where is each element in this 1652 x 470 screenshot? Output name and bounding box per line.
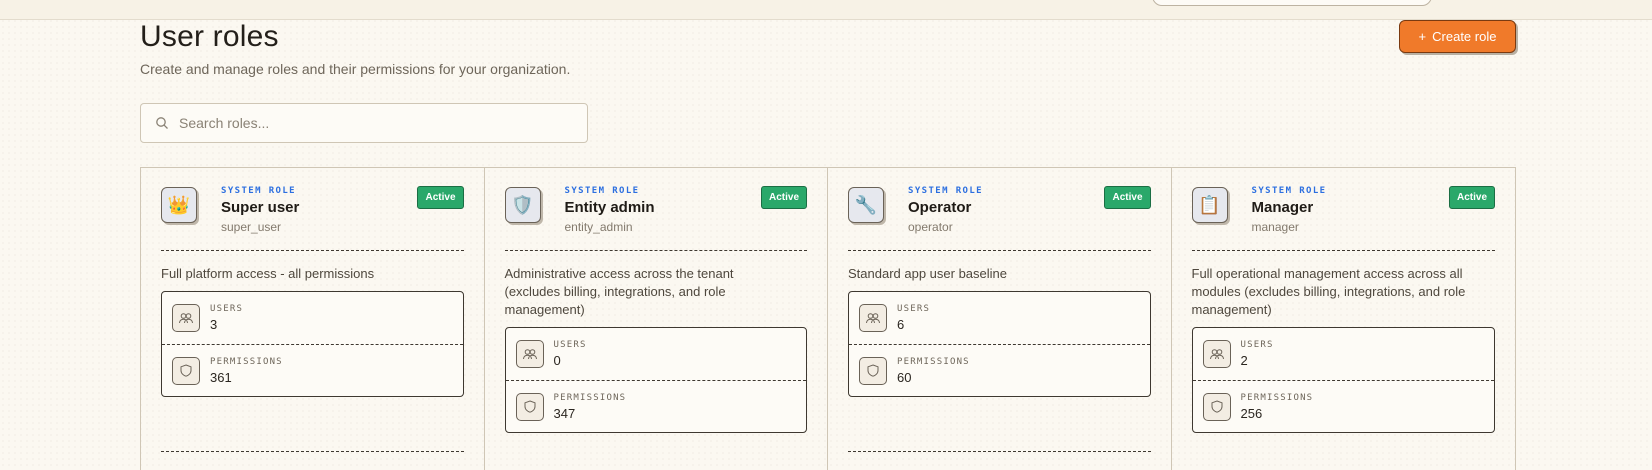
- users-count: 0: [553, 353, 561, 368]
- users-icon: [172, 304, 200, 332]
- role-description: Full platform access - all permissions: [161, 266, 375, 281]
- search-input[interactable]: [179, 115, 569, 131]
- page-subtitle: Create and manage roles and their permis…: [140, 61, 571, 77]
- permissions-stat: PERMISSIONS 256: [1192, 380, 1494, 432]
- roles-grid: 👑 SYSTEM ROLE Super user super_user Acti…: [140, 167, 1516, 470]
- top-bar: [0, 0, 1652, 20]
- global-search-field[interactable]: [1152, 0, 1432, 6]
- users-label: USERS: [210, 304, 244, 314]
- permissions-stat: PERMISSIONS 361: [162, 344, 463, 396]
- crown-icon: 👑: [161, 187, 197, 223]
- users-label: USERS: [897, 304, 931, 314]
- role-description: Full operational management access acros…: [1191, 266, 1466, 317]
- permissions-stat: PERMISSIONS 60: [849, 344, 1150, 396]
- search-icon: [156, 117, 168, 129]
- shield-outline-icon: [859, 356, 887, 385]
- wrench-icon: 🔧: [848, 187, 884, 223]
- role-key: super_user: [221, 220, 282, 234]
- permissions-count: 347: [553, 405, 576, 421]
- permissions-count: 60: [897, 369, 912, 385]
- role-name: Operator: [908, 199, 972, 216]
- permissions-label: PERMISSIONS: [1240, 392, 1314, 403]
- role-stats: USERS 2 PERMISSIONS 256: [1191, 327, 1495, 433]
- role-description: Administrative access across the tenant …: [504, 266, 734, 317]
- divider: [1191, 250, 1495, 251]
- divider: [161, 451, 464, 452]
- users-icon: [515, 340, 544, 368]
- users-count: 2: [1240, 353, 1248, 368]
- create-role-button[interactable]: + Create role: [1399, 20, 1516, 53]
- role-key: operator: [908, 220, 953, 234]
- status-badge: Active: [760, 186, 807, 209]
- role-card-manager[interactable]: 📋 SYSTEM ROLE Manager manager Active Ful…: [1172, 168, 1516, 470]
- role-description: Standard app user baseline: [848, 266, 1008, 281]
- shield-outline-icon: [1202, 392, 1231, 421]
- users-stat: USERS 2: [1193, 328, 1495, 380]
- page-title: User roles: [140, 20, 279, 53]
- search-roles-box[interactable]: [140, 103, 588, 143]
- role-stats: USERS 6 PERMISSIONS 60: [848, 291, 1151, 397]
- role-key: entity_admin: [564, 220, 633, 234]
- users-label: USERS: [553, 340, 587, 350]
- users-icon: [1202, 340, 1231, 368]
- users-label: USERS: [1240, 340, 1274, 350]
- users-stat: USERS 3: [162, 292, 463, 344]
- system-role-label: SYSTEM ROLE: [564, 186, 640, 196]
- permissions-stat: PERMISSIONS 347: [505, 380, 806, 432]
- role-stats: USERS 0 PERMISSIONS 347: [504, 327, 807, 433]
- status-badge: Active: [1448, 186, 1495, 209]
- shield-icon: 🛡️: [504, 187, 541, 223]
- system-role-label: SYSTEM ROLE: [908, 186, 984, 196]
- divider: [161, 250, 464, 251]
- shield-outline-icon: [515, 392, 544, 421]
- users-count: 6: [897, 317, 905, 332]
- permissions-label: PERMISSIONS: [553, 392, 627, 403]
- role-card-entity-admin[interactable]: 🛡️ SYSTEM ROLE Entity admin entity_admin…: [485, 168, 828, 470]
- role-card-operator[interactable]: 🔧 SYSTEM ROLE Operator operator Active S…: [828, 168, 1172, 470]
- role-name: Manager: [1251, 199, 1314, 216]
- users-stat: USERS 0: [506, 328, 807, 380]
- shield-outline-icon: [172, 356, 200, 385]
- create-role-label: Create role: [1432, 29, 1497, 44]
- role-name: Super user: [221, 199, 300, 216]
- clipboard-icon: 📋: [1191, 187, 1228, 223]
- status-badge: Active: [417, 186, 464, 209]
- role-name: Entity admin: [564, 199, 655, 216]
- system-role-label: SYSTEM ROLE: [221, 186, 297, 196]
- divider: [504, 250, 807, 251]
- users-count: 3: [210, 317, 218, 332]
- role-card-super-user[interactable]: 👑 SYSTEM ROLE Super user super_user Acti…: [141, 168, 485, 470]
- role-stats: USERS 3 PERMISSIONS 361: [161, 291, 464, 397]
- permissions-count: 256: [1240, 405, 1263, 421]
- divider: [848, 250, 1151, 251]
- permissions-label: PERMISSIONS: [897, 356, 970, 367]
- plus-icon: +: [1418, 29, 1427, 44]
- role-key: manager: [1251, 220, 1299, 234]
- permissions-count: 361: [210, 369, 232, 385]
- users-icon: [859, 304, 887, 332]
- system-role-label: SYSTEM ROLE: [1251, 186, 1327, 196]
- divider: [848, 451, 1151, 452]
- status-badge: Active: [1104, 186, 1151, 209]
- permissions-label: PERMISSIONS: [210, 356, 283, 367]
- users-stat: USERS 6: [849, 292, 1150, 344]
